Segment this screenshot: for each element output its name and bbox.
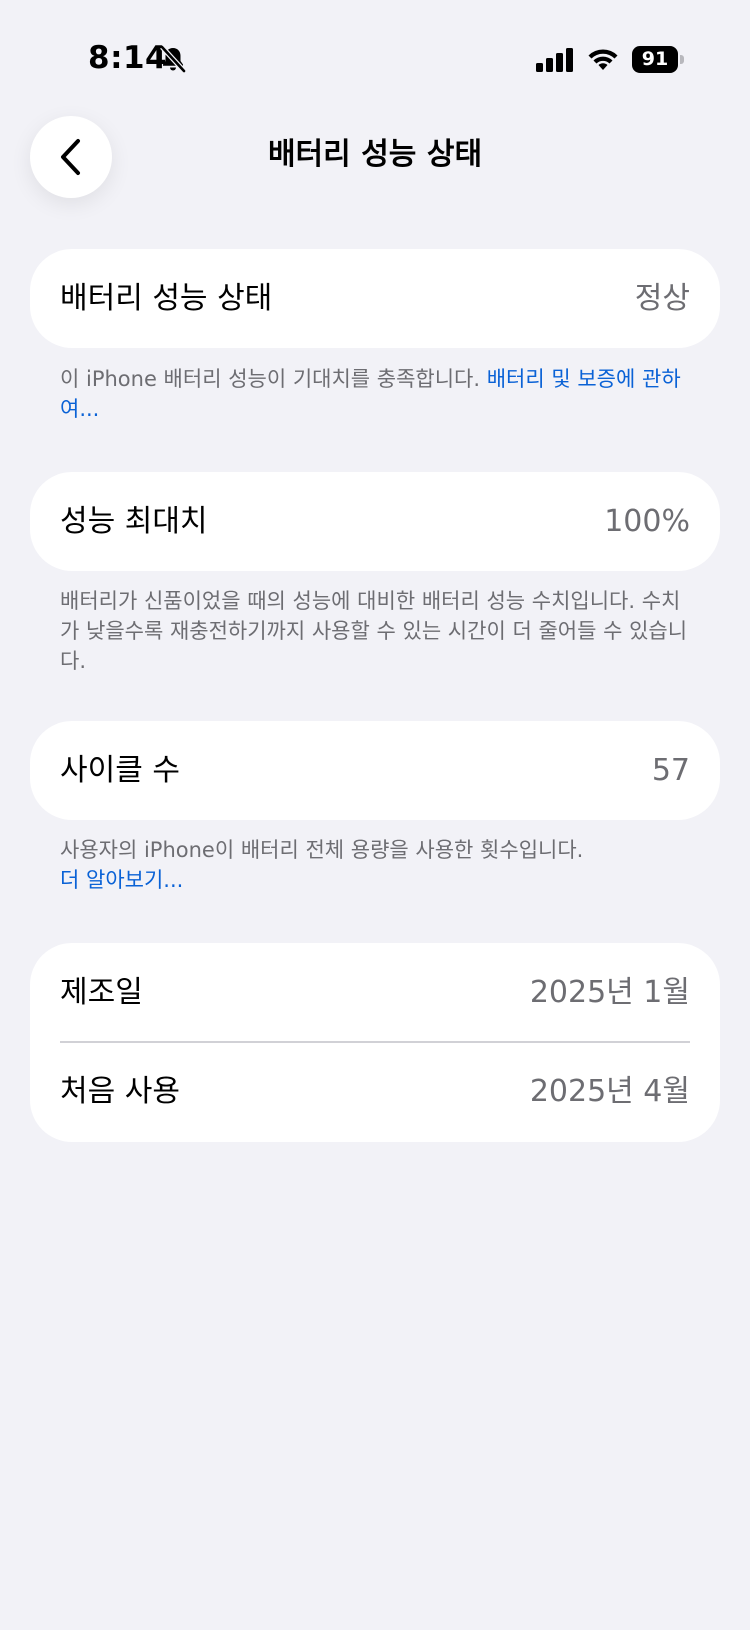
cycle-count-footnote-text: 사용자의 iPhone이 배터리 전체 용량을 사용한 횟수입니다. xyxy=(60,838,584,862)
cycle-count-footnote: 사용자의 iPhone이 배터리 전체 용량을 사용한 횟수입니다. 더 알아보… xyxy=(60,835,700,895)
wifi-icon xyxy=(588,49,618,70)
cycle-count-value: 57 xyxy=(651,753,690,788)
battery-health-screen: 8:14 91 배터리 성능 상태 배터리 성능 상태 정상 이 iPhone … xyxy=(0,0,750,1630)
status-bar: 8:14 91 xyxy=(0,0,750,110)
cellular-signal-icon xyxy=(536,48,573,72)
battery-health-card: 배터리 성능 상태 정상 xyxy=(30,249,720,348)
maximum-capacity-row: 성능 최대치 100% xyxy=(30,472,720,571)
maximum-capacity-card: 성능 최대치 100% xyxy=(30,472,720,571)
battery-indicator: 91 xyxy=(632,46,684,73)
battery-health-label: 배터리 성능 상태 xyxy=(60,281,273,316)
cycle-count-row: 사이클 수 57 xyxy=(30,721,720,820)
learn-more-link[interactable]: 더 알아보기... xyxy=(60,865,700,895)
battery-health-footnote-text: 이 iPhone 배터리 성능이 기대치를 충족합니다. xyxy=(60,367,487,391)
page-title: 배터리 성능 상태 xyxy=(267,137,483,172)
battery-health-value: 정상 xyxy=(634,281,690,316)
manufacture-date-row: 제조일 2025년 1월 xyxy=(30,943,720,1042)
cycle-count-label: 사이클 수 xyxy=(60,753,180,788)
first-use-row: 처음 사용 2025년 4월 xyxy=(30,1042,720,1141)
status-time: 8:14 xyxy=(88,40,168,76)
first-use-label: 처음 사용 xyxy=(60,1074,180,1109)
maximum-capacity-label: 성능 최대치 xyxy=(60,504,208,539)
cycle-count-card: 사이클 수 57 xyxy=(30,721,720,820)
manufacture-date-value: 2025년 1월 xyxy=(529,975,690,1010)
first-use-value: 2025년 4월 xyxy=(529,1074,690,1109)
bell-slash-icon xyxy=(160,45,186,73)
battery-health-footnote: 이 iPhone 배터리 성능이 기대치를 충족합니다. 배터리 및 보증에 관… xyxy=(60,364,700,424)
battery-dates-card: 제조일 2025년 1월 처음 사용 2025년 4월 xyxy=(30,943,720,1142)
maximum-capacity-value: 100% xyxy=(604,504,690,539)
manufacture-date-label: 제조일 xyxy=(60,975,143,1010)
battery-level: 91 xyxy=(641,48,669,70)
battery-health-row: 배터리 성능 상태 정상 xyxy=(30,249,720,348)
battery-tip xyxy=(680,55,684,64)
maximum-capacity-footnote: 배터리가 신품이었을 때의 성능에 대비한 배터리 성능 수치입니다. 수치가 … xyxy=(60,589,688,673)
